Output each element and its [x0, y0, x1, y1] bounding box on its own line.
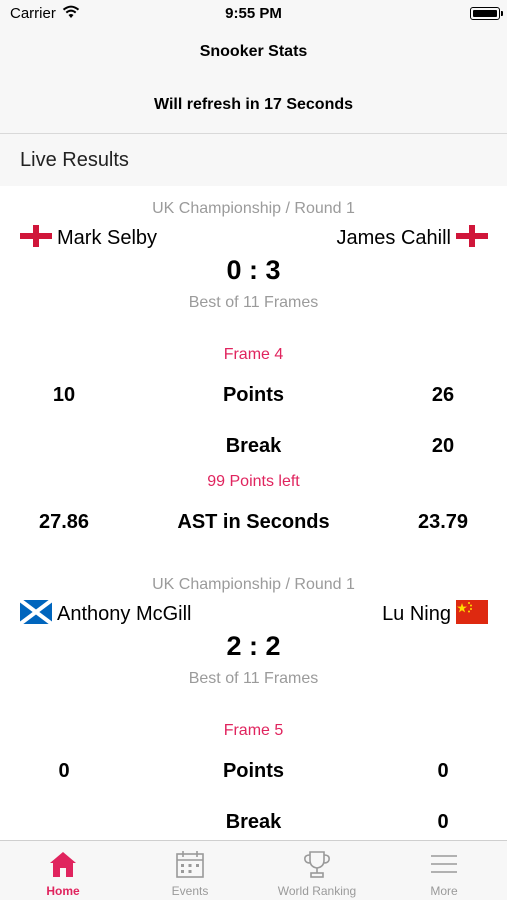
player1-ast: 27.86: [38, 511, 90, 533]
match-card[interactable]: UK Championship / Round 1 Mark Selby Jam…: [0, 186, 507, 562]
player1-name: Anthony McGill: [57, 603, 192, 625]
tab-more[interactable]: More: [381, 841, 507, 900]
player2-break: 0: [437, 811, 449, 833]
current-frame: Frame 4: [223, 346, 284, 363]
points-left: 99 Points left: [207, 473, 300, 490]
tab-events[interactable]: Events: [127, 841, 253, 900]
points-label: Points: [222, 760, 285, 782]
navigation-bar: Snooker Stats Will refresh in 17 Seconds: [0, 28, 507, 134]
tab-home[interactable]: Home: [0, 841, 126, 900]
battery-icon: [470, 7, 503, 20]
match-score: 2 : 2: [226, 631, 281, 661]
status-bar: Carrier 9:55 PM: [0, 0, 507, 28]
player2-ast: 23.79: [417, 511, 469, 533]
section-header: Live Results: [0, 134, 507, 186]
best-of-frames: Best of 11 Frames: [188, 670, 319, 687]
tab-label: World Ranking: [277, 884, 357, 898]
tab-world-ranking[interactable]: World Ranking: [254, 841, 380, 900]
break-label: Break: [225, 811, 282, 833]
tab-label: Home: [46, 884, 80, 898]
clock: 9:55 PM: [225, 5, 282, 22]
match-score: 0 : 3: [226, 255, 281, 285]
player2-name: Lu Ning: [382, 603, 451, 625]
best-of-frames: Best of 11 Frames: [188, 294, 319, 311]
break-label: Break: [225, 435, 282, 457]
player1-points: 0: [58, 760, 70, 782]
player1-name: Mark Selby: [57, 227, 158, 249]
section-title: Live Results: [20, 149, 129, 171]
player2-points: 0: [437, 760, 449, 782]
refresh-countdown: Will refresh in 17 Seconds: [153, 96, 354, 113]
player1-points: 10: [52, 384, 76, 406]
event-name: UK Championship / Round 1: [152, 576, 355, 593]
player2-points: 26: [431, 384, 455, 406]
england-flag-icon: [20, 224, 52, 248]
england-flag-icon: [456, 224, 488, 248]
calendar-icon: [176, 851, 204, 878]
scotland-flag-icon: [20, 600, 52, 624]
points-label: Points: [222, 384, 285, 406]
home-icon: [50, 852, 76, 877]
tab-label: Events: [171, 884, 209, 898]
china-flag-icon: [456, 600, 488, 624]
trophy-icon: [304, 851, 330, 878]
player2-name: James Cahill: [336, 227, 451, 249]
match-card[interactable]: UK Championship / Round 1 Anthony McGill…: [0, 562, 507, 840]
tab-bar: Home Events World Ranking More: [0, 840, 507, 900]
menu-icon: [431, 855, 457, 873]
current-frame: Frame 5: [223, 722, 284, 739]
app-title: Snooker Stats: [199, 43, 308, 60]
player2-break: 20: [431, 435, 455, 457]
event-name: UK Championship / Round 1: [152, 200, 355, 217]
ast-label: AST in Seconds: [177, 511, 330, 533]
tab-label: More: [430, 884, 458, 898]
